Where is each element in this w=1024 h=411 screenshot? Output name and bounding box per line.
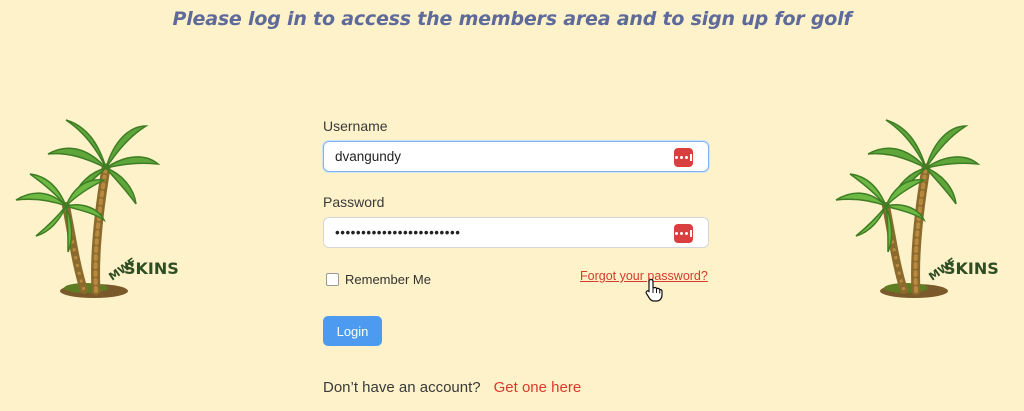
remember-me-label: Remember Me	[345, 272, 431, 287]
mwf-skins-logo-left: MWF SKINS	[6, 106, 196, 306]
page-headline: Please log in to access the members area…	[172, 8, 852, 30]
password-label: Password	[323, 194, 385, 210]
username-input[interactable]	[335, 149, 665, 164]
forgot-password-link[interactable]: Forgot your password?	[580, 269, 708, 283]
logo-text-main: SKINS	[944, 259, 999, 278]
remember-me[interactable]: Remember Me	[326, 272, 431, 287]
remember-me-checkbox[interactable]	[326, 273, 339, 286]
logo-text-main: SKINS	[124, 259, 179, 278]
signup-link[interactable]: Get one here	[494, 379, 582, 396]
username-field[interactable]	[323, 141, 709, 172]
password-input[interactable]	[335, 225, 665, 240]
password-manager-icon[interactable]	[674, 224, 693, 243]
mwf-skins-logo-right: MWF SKINS	[826, 106, 1016, 306]
password-manager-icon[interactable]	[674, 148, 693, 167]
palm-trees-icon: MWF SKINS	[835, 119, 999, 298]
signup-prompt-text: Don’t have an account?	[323, 379, 481, 396]
login-button[interactable]: Login	[323, 316, 382, 346]
password-field[interactable]	[323, 217, 709, 248]
hand-pointer-icon	[645, 278, 663, 302]
palm-trees-icon: MWF SKINS	[15, 119, 179, 298]
signup-prompt: Don’t have an account? Get one here	[323, 379, 581, 396]
username-label: Username	[323, 118, 388, 134]
